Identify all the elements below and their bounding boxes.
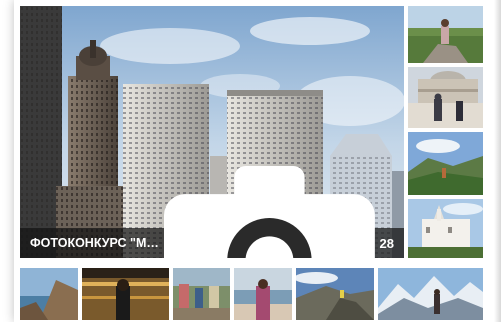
contest-title[interactable]: ФОТОКОНКУРС "Моё турист... [30,236,164,250]
featured-photo[interactable]: ФОТОКОНКУРС "Моё турист... 28 [20,6,404,258]
camera-icon [163,165,375,258]
thumb-image [20,268,78,320]
thumb-white-palace[interactable] [408,199,483,258]
thumb-image [408,67,483,128]
thumb-mosque-courtyard[interactable] [408,67,483,128]
thumb-family-outdoors[interactable] [173,268,230,320]
thumb-image [173,268,230,320]
thumb-image [408,6,483,63]
edge-shadow [494,0,501,322]
thumb-image [408,132,483,195]
thumb-monument-night[interactable] [82,268,169,320]
thumb-image [82,268,169,320]
thumb-mountain-meadow[interactable] [408,132,483,195]
thumb-rocky-mountain[interactable] [296,268,374,320]
thumb-person-on-rock[interactable] [408,6,483,63]
thumb-image [296,268,374,320]
photo-count[interactable]: 28 [163,159,394,258]
photo-count-value: 28 [379,235,394,251]
featured-caption-bar: ФОТОКОНКУРС "Моё турист... 28 [20,165,404,258]
thumb-snowy-peaks[interactable] [378,268,483,320]
thumb-image [378,268,483,320]
thumb-woman-by-sea[interactable] [234,268,292,320]
thumb-image [234,268,292,320]
thumb-image [408,199,483,258]
thumb-coastal-cliffs[interactable] [20,268,78,320]
